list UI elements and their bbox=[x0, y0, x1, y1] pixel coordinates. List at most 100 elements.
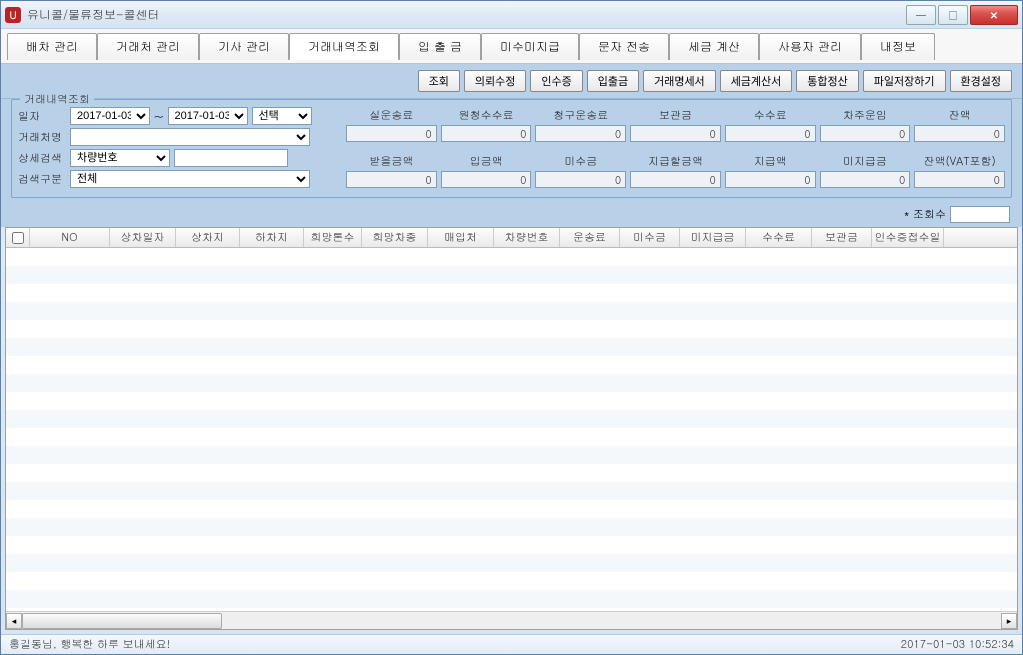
column-header-4[interactable]: 희망톤수 bbox=[304, 228, 362, 247]
toolbar-button-4[interactable]: 거래명세서 bbox=[643, 70, 716, 92]
summary1-label-6: 잔액 bbox=[914, 106, 1005, 125]
column-header-10[interactable]: 미지급금 bbox=[680, 228, 746, 247]
date-separator: ~ bbox=[154, 108, 164, 125]
titlebar: U 유니콜/물류정보-콜센터 ─ □ ✕ bbox=[1, 1, 1022, 29]
date-to-select[interactable]: 2017-01-03 bbox=[168, 107, 248, 125]
summary2-label-2: 미수금 bbox=[535, 152, 626, 171]
summary1-value-1: 0 bbox=[441, 125, 532, 142]
toolbar-button-2[interactable]: 인수증 bbox=[530, 70, 582, 92]
toolbar-button-6[interactable]: 통합정산 bbox=[796, 70, 858, 92]
summary2-label-3: 지급할금액 bbox=[630, 152, 721, 171]
menu-tab-9[interactable]: 내정보 bbox=[861, 33, 935, 60]
column-header-13[interactable]: 인수증접수일 bbox=[872, 228, 944, 247]
detail-value-input[interactable] bbox=[174, 149, 288, 167]
column-header-5[interactable]: 희망차종 bbox=[362, 228, 428, 247]
summary1-label-0: 실운송료 bbox=[346, 106, 437, 125]
column-header-0[interactable]: NO bbox=[30, 228, 110, 247]
menu-tab-4[interactable]: 입 출 금 bbox=[399, 33, 481, 60]
detail-type-select[interactable]: 차량번호 bbox=[70, 149, 170, 167]
results-table: NO상차일자상차지하차지희망톤수희망차종매입처차량번호운송료미수금미지급금수수료… bbox=[5, 227, 1018, 630]
column-header-6[interactable]: 매입처 bbox=[428, 228, 494, 247]
column-header-2[interactable]: 상차지 bbox=[176, 228, 240, 247]
filter-area: 거래내역조회 일자 2017-01-03 ~ 2017-01-03 bbox=[1, 99, 1022, 202]
main-menubar: 배차 관리거래처 관리기사 관리거래내역조회입 출 금미수미지급문자 전송세금 … bbox=[1, 29, 1022, 64]
count-value bbox=[950, 206, 1010, 223]
menu-tab-5[interactable]: 미수미지급 bbox=[481, 33, 579, 60]
toolbar: 조회의뢰수정인수증입출금거래명세서세금계산서통합정산파일저장하기환경설정 bbox=[1, 64, 1022, 99]
window-title: 유니콜/물류정보-콜센터 bbox=[27, 6, 904, 23]
menu-tab-7[interactable]: 세금 계산 bbox=[669, 33, 759, 60]
statusbar: 홍길동님, 행복한 하루 보내세요! 2017-01-03 10:52:34 bbox=[1, 634, 1022, 654]
header-checkbox-cell bbox=[6, 228, 30, 247]
summary2-value-0: 0 bbox=[346, 171, 437, 188]
summary2-value-5: 0 bbox=[820, 171, 911, 188]
menu-tab-1[interactable]: 거래처 관리 bbox=[97, 33, 199, 60]
summary2-label-1: 입금액 bbox=[441, 152, 532, 171]
column-header-1[interactable]: 상차일자 bbox=[110, 228, 176, 247]
summary1-label-1: 원청수수료 bbox=[441, 106, 532, 125]
scroll-track[interactable] bbox=[22, 613, 1001, 629]
filter-legend: 거래내역조회 bbox=[20, 92, 94, 107]
summary2-value-1: 0 bbox=[441, 171, 532, 188]
summary2-value-4: 0 bbox=[725, 171, 816, 188]
column-header-11[interactable]: 수수료 bbox=[746, 228, 812, 247]
client-select[interactable] bbox=[70, 128, 310, 146]
summary1-value-3: 0 bbox=[630, 125, 721, 142]
select-all-checkbox[interactable] bbox=[12, 232, 24, 244]
summary2-value-2: 0 bbox=[535, 171, 626, 188]
column-header-8[interactable]: 운송료 bbox=[560, 228, 620, 247]
toolbar-button-8[interactable]: 환경설정 bbox=[950, 70, 1012, 92]
toolbar-button-3[interactable]: 입출금 bbox=[587, 70, 639, 92]
toolbar-button-1[interactable]: 의뢰수정 bbox=[464, 70, 526, 92]
app-icon: U bbox=[5, 7, 21, 23]
detail-label: 상세검색 bbox=[18, 151, 66, 166]
menu-tab-6[interactable]: 문자 전송 bbox=[579, 33, 669, 60]
count-row: * 조회수 bbox=[1, 202, 1022, 227]
date-label: 일자 bbox=[18, 109, 66, 124]
summary1-label-3: 보관금 bbox=[630, 106, 721, 125]
toolbar-button-7[interactable]: 파일저장하기 bbox=[863, 70, 946, 92]
summary2-label-5: 미지급금 bbox=[820, 152, 911, 171]
date-from-select[interactable]: 2017-01-03 bbox=[70, 107, 150, 125]
summary1-value-5: 0 bbox=[820, 125, 911, 142]
close-button[interactable]: ✕ bbox=[970, 5, 1018, 25]
scroll-left-arrow[interactable]: ◂ bbox=[6, 613, 22, 629]
column-header-9[interactable]: 미수금 bbox=[620, 228, 680, 247]
group-select[interactable]: 전체 bbox=[70, 170, 310, 188]
toolbar-button-0[interactable]: 조회 bbox=[418, 70, 460, 92]
table-body[interactable] bbox=[6, 248, 1017, 611]
summary2-value-3: 0 bbox=[630, 171, 721, 188]
group-label: 검색구분 bbox=[18, 172, 66, 187]
filter-controls: 일자 2017-01-03 ~ 2017-01-03 선택 거래처명 bbox=[18, 104, 338, 191]
column-header-7[interactable]: 차량번호 bbox=[494, 228, 560, 247]
summary2-value-6: 0 bbox=[914, 171, 1005, 188]
filter-fieldset: 거래내역조회 일자 2017-01-03 ~ 2017-01-03 bbox=[11, 99, 1012, 198]
scroll-thumb[interactable] bbox=[22, 613, 222, 629]
menu-tab-8[interactable]: 사용자 관리 bbox=[759, 33, 861, 60]
app-window: U 유니콜/물류정보-콜센터 ─ □ ✕ 배차 관리거래처 관리기사 관리거래내… bbox=[0, 0, 1023, 655]
menu-tab-2[interactable]: 기사 관리 bbox=[199, 33, 289, 60]
table-header: NO상차일자상차지하차지희망톤수희망차종매입처차량번호운송료미수금미지급금수수료… bbox=[6, 228, 1017, 248]
minimize-button[interactable]: ─ bbox=[906, 5, 936, 25]
count-label: * 조회수 bbox=[904, 207, 946, 222]
summary1-value-4: 0 bbox=[725, 125, 816, 142]
status-message: 홍길동님, 행복한 하루 보내세요! bbox=[9, 637, 170, 652]
summary2-label-4: 지급액 bbox=[725, 152, 816, 171]
summary1-value-2: 0 bbox=[535, 125, 626, 142]
menu-tab-0[interactable]: 배차 관리 bbox=[7, 33, 97, 60]
maximize-button[interactable]: □ bbox=[938, 5, 968, 25]
client-label: 거래처명 bbox=[18, 130, 66, 145]
summary1-label-5: 차주운임 bbox=[820, 106, 911, 125]
summary1-value-6: 0 bbox=[914, 125, 1005, 142]
summary2-label-0: 받을금액 bbox=[346, 152, 437, 171]
column-header-12[interactable]: 보관금 bbox=[812, 228, 872, 247]
menu-tab-3[interactable]: 거래내역조회 bbox=[289, 33, 399, 60]
date-preset-select[interactable]: 선택 bbox=[252, 107, 312, 125]
scroll-right-arrow[interactable]: ▸ bbox=[1001, 613, 1017, 629]
summary1-label-4: 수수료 bbox=[725, 106, 816, 125]
toolbar-button-5[interactable]: 세금계산서 bbox=[720, 70, 793, 92]
summary1-value-0: 0 bbox=[346, 125, 437, 142]
column-header-3[interactable]: 하차지 bbox=[240, 228, 304, 247]
summary2-label-6: 잔액(VAT포함) bbox=[914, 152, 1005, 171]
horizontal-scrollbar[interactable]: ◂ ▸ bbox=[6, 611, 1017, 629]
